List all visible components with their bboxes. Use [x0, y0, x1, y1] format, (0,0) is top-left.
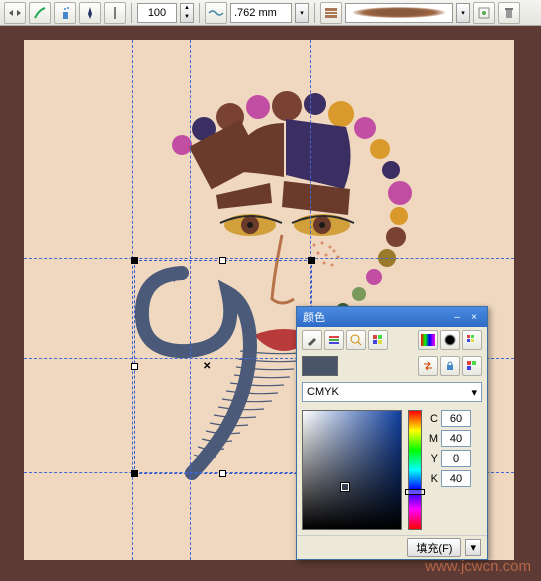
separator	[314, 3, 315, 23]
opacity-spinner[interactable]: ▲▼	[180, 3, 194, 23]
selection-handle-sw[interactable]	[131, 470, 138, 477]
delete-brush-icon[interactable]	[498, 2, 520, 24]
property-bar: ▲▼ ▾ ▾	[0, 0, 541, 26]
swap-colors-icon[interactable]	[418, 356, 438, 376]
pressure-tool-icon[interactable]	[104, 2, 126, 24]
m-input[interactable]	[441, 430, 471, 447]
palettes-icon[interactable]	[368, 330, 388, 350]
color-docker-tools	[297, 327, 487, 353]
wheel-icon[interactable]	[440, 330, 460, 350]
brush-stroke-sample	[353, 7, 445, 18]
separator	[131, 3, 132, 23]
spectrum-icon[interactable]	[418, 330, 438, 350]
y-input[interactable]	[441, 450, 471, 467]
calligraphy-tool-icon[interactable]	[79, 2, 101, 24]
add-swatch-icon[interactable]	[462, 356, 482, 376]
fill-button[interactable]: 填充(F)	[407, 538, 461, 557]
selection-handle-nw[interactable]	[131, 257, 138, 264]
sliders-icon[interactable]	[324, 330, 344, 350]
cmyk-inputs: C M Y K	[428, 410, 482, 530]
c-input[interactable]	[441, 410, 471, 427]
opacity-input[interactable]	[137, 3, 177, 23]
brush-preview[interactable]	[345, 3, 453, 23]
color-docker: 颜色 – × CMYK ▾	[296, 306, 488, 560]
spray-tool-icon[interactable]	[54, 2, 76, 24]
preset-icon[interactable]	[4, 2, 26, 24]
current-color-swatch[interactable]	[302, 356, 338, 376]
m-label: M	[428, 433, 438, 445]
y-label: Y	[428, 453, 438, 465]
separator	[199, 3, 200, 23]
smoothing-icon[interactable]	[205, 2, 227, 24]
brush-tool-icon[interactable]	[29, 2, 51, 24]
fill-dropdown-icon[interactable]: ▾	[465, 539, 481, 556]
guide-vertical[interactable]	[132, 40, 133, 560]
minimize-icon[interactable]: –	[450, 310, 464, 324]
k-input[interactable]	[441, 470, 471, 487]
selection-handle-w[interactable]	[131, 363, 138, 370]
guide-horizontal[interactable]	[24, 258, 514, 259]
lock-icon[interactable]	[440, 356, 460, 376]
brush-options-icon[interactable]	[473, 2, 495, 24]
gradient-cursor[interactable]	[341, 483, 349, 491]
stroke-width-input[interactable]	[230, 3, 292, 23]
color-docker-titlebar[interactable]: 颜色 – ×	[297, 307, 487, 327]
color-mode-label: CMYK	[307, 386, 339, 398]
selection-center[interactable]: ✕	[203, 361, 211, 372]
hue-slider[interactable]	[408, 410, 422, 530]
color-docker-title: 颜色	[303, 309, 325, 325]
selection-box[interactable]: ✕	[134, 260, 312, 474]
hue-cursor[interactable]	[405, 489, 425, 495]
color-gradient-picker[interactable]	[302, 410, 402, 530]
close-icon[interactable]: ×	[467, 310, 481, 324]
stroke-width-dropdown[interactable]: ▾	[295, 3, 309, 23]
viewer-icon[interactable]	[346, 330, 366, 350]
selection-handle-s[interactable]	[219, 470, 226, 477]
c-label: C	[428, 413, 438, 425]
brush-dropdown[interactable]: ▾	[456, 3, 470, 23]
selection-handle-n[interactable]	[219, 257, 226, 264]
watermark: www.jcwcn.com	[425, 558, 531, 575]
eyedropper-icon[interactable]	[302, 330, 322, 350]
grid-icon[interactable]	[462, 330, 482, 350]
k-label: K	[428, 473, 438, 485]
canvas-area: ✕ 颜色 – × CM	[0, 26, 541, 581]
dropdown-arrow-icon: ▾	[471, 386, 477, 399]
color-mode-select[interactable]: CMYK ▾	[302, 382, 482, 402]
selection-handle-ne[interactable]	[308, 257, 315, 264]
brush-list-icon[interactable]	[320, 2, 342, 24]
